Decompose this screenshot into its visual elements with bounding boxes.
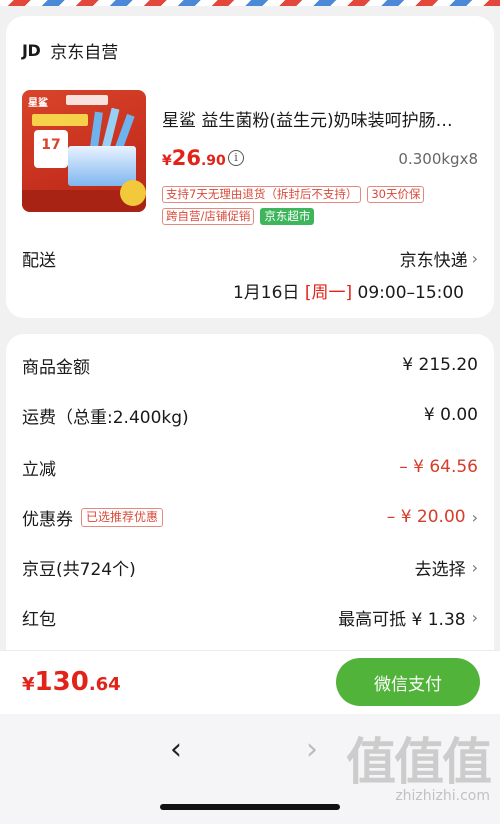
watermark: 值值值 zhizhizhi.com — [346, 733, 492, 804]
jd-logo-icon: JD — [22, 41, 41, 60]
thumb-brand-mark: 星鲨 — [28, 98, 48, 109]
product-title[interactable]: 星鲨 益生菌粉(益生元)奶味装呵护肠… — [162, 106, 484, 131]
price-decimal: .90 — [200, 153, 226, 169]
discount-label: 立减 — [22, 459, 56, 480]
watermark-logo: 值值值 — [346, 733, 492, 791]
tag-cross-promo: 跨自营/店铺促销 — [162, 208, 255, 225]
thumb-banner — [32, 114, 88, 126]
total-decimal: .64 — [88, 674, 121, 695]
red-packet-row[interactable]: 红包 最高可抵 ¥ 1.38 › — [22, 604, 478, 630]
chevron-right-icon: › — [471, 507, 478, 527]
delivery-date: 1月16日 — [232, 283, 300, 303]
jd-beans-value: 去选择 — [414, 559, 466, 580]
discount-row: 立减 – ¥ 64.56 — [22, 454, 478, 480]
shipping-label: 运费（总重:2.400kg) — [22, 407, 189, 428]
shipping-row: 运费（总重:2.400kg) ¥ 0.00 — [22, 402, 478, 428]
goods-amount-label: 商品金额 — [22, 357, 90, 378]
back-arrow-icon[interactable]: ‹ — [170, 732, 182, 767]
delivery-method-text: 京东快递 — [399, 251, 468, 271]
product-tags: 支持7天无理由退货（拆封后不支持） 30天价保 跨自营/店铺促销 京东超市 — [162, 186, 492, 230]
red-packet-label: 红包 — [22, 609, 56, 630]
delivery-method[interactable]: 京东快递 › — [400, 246, 478, 271]
total-integer: 130 — [34, 667, 89, 697]
tag-jd-supermarket: 京东超市 — [260, 208, 315, 225]
store-name: 京东自营 — [50, 43, 119, 63]
chevron-right-icon: › — [471, 607, 478, 627]
delivery-time[interactable]: 1月16日 [周一] 09:00–15:00 — [233, 278, 464, 303]
jd-beans-label: 京豆(共724个) — [22, 559, 136, 580]
tag-price-protect: 30天价保 — [367, 186, 425, 203]
coupon-row[interactable]: 优惠券 已选推荐优惠 – ¥ 20.00 › — [22, 504, 478, 530]
goods-amount-value: ¥ 215.20 — [402, 355, 478, 375]
coupon-right: – ¥ 20.00 › — [387, 507, 478, 527]
price-symbol: ¥ — [162, 153, 172, 169]
product-price: ¥ 26 .90 — [162, 146, 226, 170]
tag-return-policy: 支持7天无理由退货（拆封后不支持） — [162, 186, 362, 203]
coupon-label: 优惠券 — [22, 509, 73, 530]
product-thumbnail[interactable]: 星鲨 17 — [22, 90, 146, 212]
red-packet-value: 最高可抵 ¥ 1.38 — [338, 609, 466, 630]
thumb-box — [68, 146, 136, 186]
delivery-weekday: 周一 — [311, 283, 346, 303]
shipping-value: ¥ 0.00 — [423, 405, 478, 425]
thumb-seal — [120, 180, 146, 206]
coupon-left: 优惠券 已选推荐优惠 — [22, 505, 164, 530]
total-symbol: ¥ — [22, 674, 35, 695]
coupon-selected-tag: 已选推荐优惠 — [81, 507, 164, 527]
jd-beans-row[interactable]: 京豆(共724个) 去选择 › — [22, 554, 478, 580]
wechat-pay-button[interactable]: 微信支付 — [336, 658, 480, 706]
chevron-right-icon: › — [471, 249, 478, 268]
weekday-close: ] — [345, 283, 353, 303]
forward-arrow-icon[interactable]: › — [306, 732, 318, 767]
discount-value: – ¥ 64.56 — [399, 457, 478, 477]
goods-amount-row: 商品金额 ¥ 215.20 — [22, 352, 478, 378]
home-indicator[interactable] — [160, 804, 340, 810]
delivery-window: 09:00–15:00 — [357, 283, 464, 303]
price-info-icon[interactable]: i — [228, 150, 244, 166]
checkout-bar: ¥ 130 .64 微信支付 — [0, 650, 500, 714]
delivery-label: 配送 — [22, 251, 56, 271]
jd-beans-right: 去选择 › — [415, 555, 478, 580]
price-integer: 26 — [171, 146, 201, 170]
product-quantity: 0.300kgx8 — [398, 150, 478, 168]
red-packet-right: 最高可抵 ¥ 1.38 › — [338, 605, 478, 630]
coupon-value: – ¥ 20.00 — [386, 507, 466, 527]
envelope-stripe — [0, 0, 500, 6]
total-price: ¥ 130 .64 — [22, 667, 121, 697]
store-header[interactable]: JD 京东自营 — [22, 38, 118, 63]
thumb-badge: 17 — [34, 130, 68, 168]
price-summary-card: 商品金额 ¥ 215.20 运费（总重:2.400kg) ¥ 0.00 立减 –… — [6, 334, 494, 664]
thumb-brand-badge — [66, 95, 108, 105]
chevron-right-icon: › — [471, 557, 478, 577]
order-item-card: JD 京东自营 星鲨 17 星鲨 益生菌粉(益生元)奶味装呵护肠… ¥ 26 .… — [6, 16, 494, 318]
